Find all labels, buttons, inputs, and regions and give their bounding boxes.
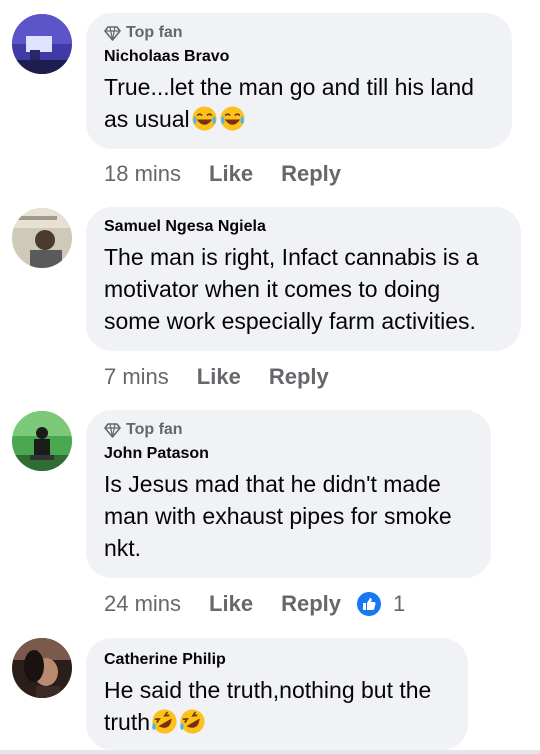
diamond-icon xyxy=(104,422,121,438)
timestamp[interactable]: 7 mins xyxy=(104,364,169,390)
reaction-count: 1 xyxy=(393,591,406,616)
comment-actions: 7 mins Like Reply xyxy=(104,362,329,392)
commenter-name[interactable]: Catherine Philip xyxy=(104,650,448,670)
commenter-name[interactable]: Samuel Ngesa Ngiela xyxy=(104,217,501,237)
comment-bubble: Top fan John Patason Is Jesus mad that h… xyxy=(86,410,491,578)
comment-actions: 18 mins Like Reply xyxy=(104,159,341,189)
top-fan-badge: Top fan xyxy=(104,420,471,440)
laughing-crying-emoji-icon xyxy=(220,106,245,131)
laughing-crying-emoji-icon xyxy=(192,106,217,131)
avatar[interactable] xyxy=(12,638,72,698)
reply-button[interactable]: Reply xyxy=(281,161,341,187)
top-fan-badge: Top fan xyxy=(104,23,492,43)
comment-text: He said the truth,nothing but the truth xyxy=(104,674,448,738)
comment-text: The man is right, Infact cannabis is a m… xyxy=(104,244,479,334)
bottom-divider xyxy=(0,750,540,754)
comment-text: Is Jesus mad that he didn't made man wit… xyxy=(104,471,452,561)
commenter-name[interactable]: Nicholaas Bravo xyxy=(104,47,492,67)
diamond-icon xyxy=(104,25,121,41)
avatar[interactable] xyxy=(12,411,72,471)
reply-button[interactable]: Reply xyxy=(269,364,329,390)
like-button[interactable]: Like xyxy=(209,161,253,187)
reply-button[interactable]: Reply xyxy=(281,591,341,617)
timestamp[interactable]: 18 mins xyxy=(104,161,181,187)
like-button[interactable]: Like xyxy=(209,591,253,617)
like-button[interactable]: Like xyxy=(197,364,241,390)
rolling-laughing-emoji-icon xyxy=(152,709,177,734)
badge-label: Top fan xyxy=(126,421,183,438)
like-reaction-icon xyxy=(357,592,381,616)
comment-actions: 24 mins Like Reply 1 xyxy=(104,589,405,619)
commenter-name[interactable]: John Patason xyxy=(104,444,471,464)
comment-bubble: Samuel Ngesa Ngiela The man is right, In… xyxy=(86,207,521,351)
avatar[interactable] xyxy=(12,208,72,268)
comment-text: True...let the man go and till his land … xyxy=(104,74,474,132)
rolling-laughing-emoji-icon xyxy=(180,709,205,734)
comment-bubble: Top fan Nicholaas Bravo True...let the m… xyxy=(86,13,512,149)
comment-bubble: Catherine Philip He said the truth,nothi… xyxy=(86,638,468,750)
timestamp[interactable]: 24 mins xyxy=(104,591,181,617)
reaction-summary[interactable]: 1 xyxy=(357,591,405,617)
avatar[interactable] xyxy=(12,14,72,74)
badge-label: Top fan xyxy=(126,24,183,41)
